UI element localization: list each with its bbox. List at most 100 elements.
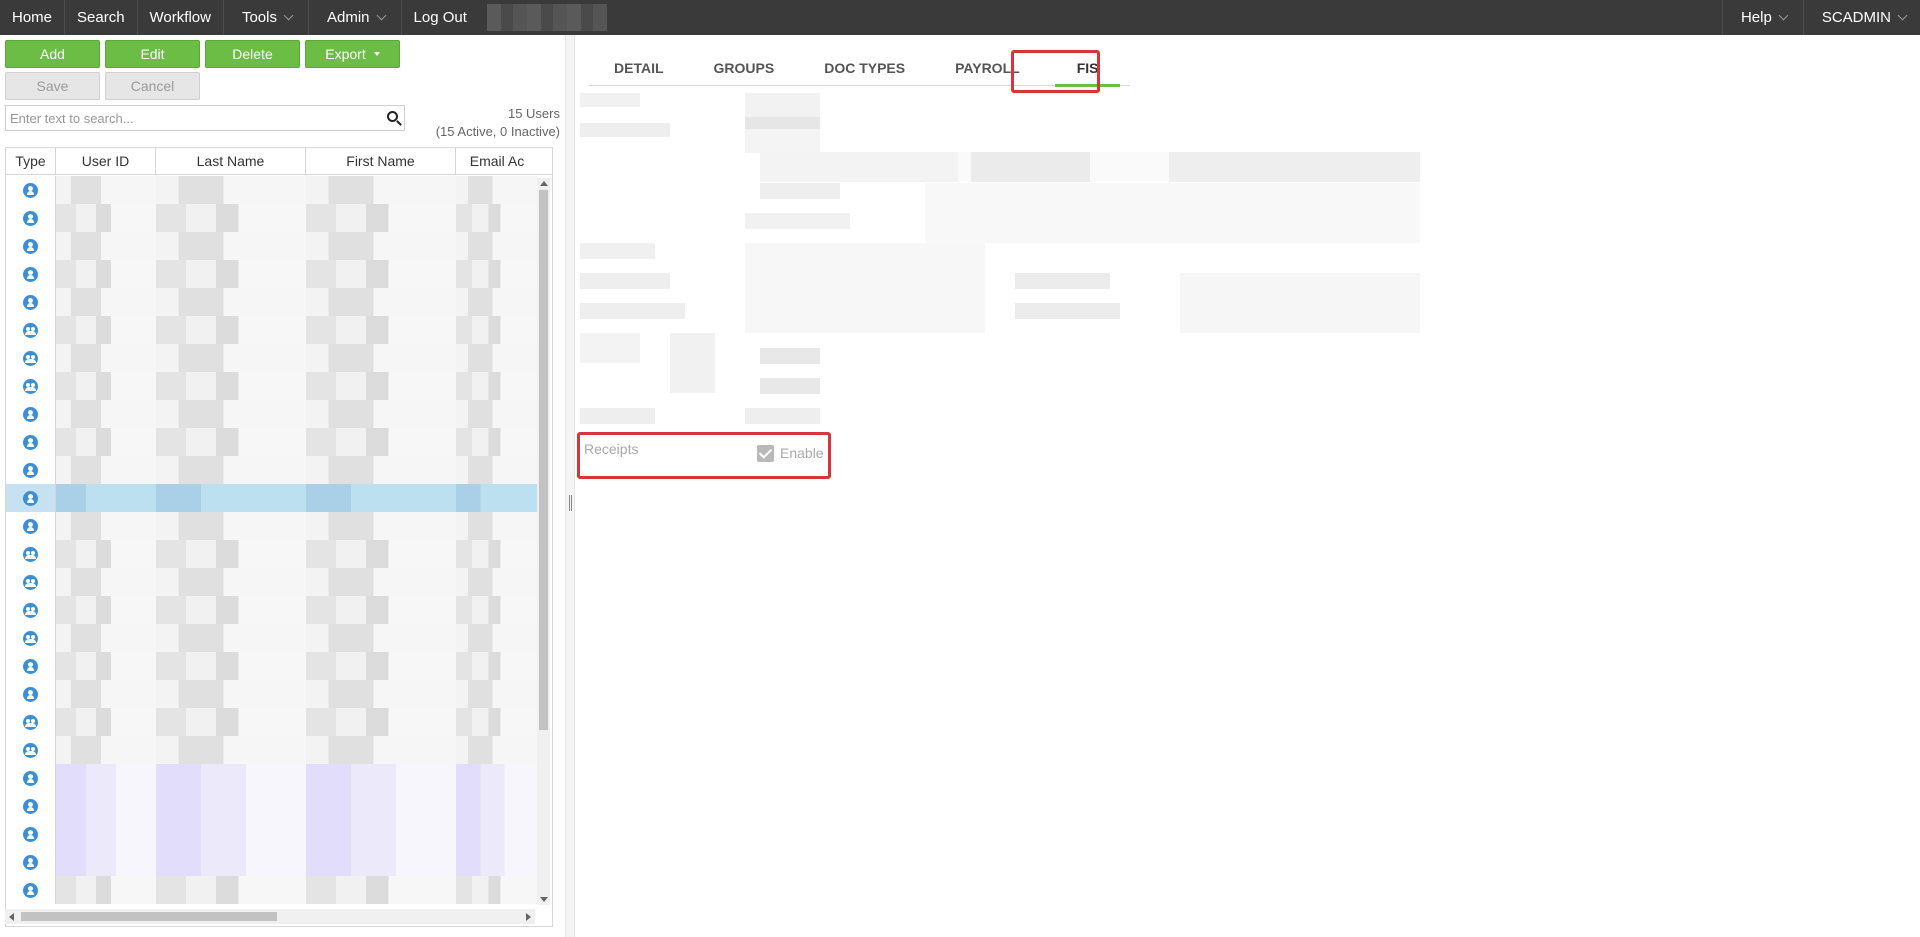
- table-row[interactable]: [6, 540, 537, 568]
- column-header-first-name[interactable]: First Name: [306, 148, 456, 174]
- nav-search[interactable]: Search: [65, 0, 138, 35]
- table-row[interactable]: [6, 848, 537, 876]
- redacted-field: [745, 93, 820, 153]
- redacted-cell: [56, 232, 156, 260]
- table-row[interactable]: [6, 764, 537, 792]
- table-row[interactable]: [6, 428, 537, 456]
- column-header-email[interactable]: Email Ac: [456, 148, 538, 174]
- table-row[interactable]: [6, 484, 537, 512]
- users-grid: Type User ID Last Name First Name Email …: [5, 147, 553, 927]
- table-row[interactable]: [6, 232, 537, 260]
- redacted-cell: [56, 876, 156, 904]
- type-cell: [6, 372, 56, 400]
- redacted-cell: [456, 260, 537, 288]
- highlight-fis-tab: [1011, 50, 1100, 93]
- add-button-label: Add: [40, 46, 65, 62]
- edit-button[interactable]: Edit: [105, 40, 200, 68]
- table-row[interactable]: [6, 204, 537, 232]
- redacted-cell: [306, 792, 456, 820]
- nav-help[interactable]: Help: [1723, 0, 1804, 35]
- redacted-cell: [456, 540, 537, 568]
- add-button[interactable]: Add: [5, 40, 100, 68]
- redacted-cell: [306, 512, 456, 540]
- scroll-left-arrow-icon[interactable]: [9, 913, 14, 921]
- table-row[interactable]: [6, 568, 537, 596]
- redacted-cell: [306, 708, 456, 736]
- cancel-button[interactable]: Cancel: [105, 72, 200, 100]
- tab-groups[interactable]: GROUPS: [689, 50, 800, 85]
- save-button-label: Save: [36, 78, 69, 94]
- nav-logout[interactable]: Log Out: [402, 0, 479, 35]
- type-cell: [6, 288, 56, 316]
- nav-admin-label: Admin: [326, 9, 370, 26]
- table-row[interactable]: [6, 820, 537, 848]
- redacted-cell: [306, 568, 456, 596]
- tab-detail[interactable]: DETAIL: [589, 50, 689, 85]
- table-row[interactable]: [6, 176, 537, 204]
- scroll-right-arrow-icon[interactable]: [526, 913, 531, 921]
- redacted-cell: [56, 624, 156, 652]
- nav-user-menu[interactable]: SCADMIN: [1804, 0, 1920, 35]
- type-cell: [6, 652, 56, 680]
- search-icon[interactable]: [387, 111, 398, 122]
- type-cell: [6, 624, 56, 652]
- table-row[interactable]: [6, 344, 537, 372]
- scroll-down-arrow-icon[interactable]: [540, 897, 548, 902]
- table-row[interactable]: [6, 400, 537, 428]
- nav-home[interactable]: Home: [0, 0, 66, 35]
- table-row[interactable]: [6, 596, 537, 624]
- column-header-type[interactable]: Type: [6, 148, 56, 174]
- table-row[interactable]: [6, 708, 537, 736]
- panel-splitter[interactable]: [565, 35, 575, 937]
- splitter-grip-icon: [569, 495, 572, 511]
- table-row[interactable]: [6, 372, 537, 400]
- delete-button[interactable]: Delete: [205, 40, 300, 68]
- nav-tools[interactable]: Tools: [224, 0, 309, 35]
- redacted-cell: [156, 260, 306, 288]
- table-row[interactable]: [6, 652, 537, 680]
- save-button[interactable]: Save: [5, 72, 100, 100]
- redacted-cell: [56, 484, 156, 512]
- grid-horizontal-scrollbar[interactable]: [5, 909, 535, 924]
- nav-admin[interactable]: Admin: [309, 0, 402, 35]
- table-row[interactable]: [6, 736, 537, 764]
- type-cell: [6, 540, 56, 568]
- grid-vertical-scrollbar[interactable]: [537, 178, 550, 905]
- table-row[interactable]: [6, 316, 537, 344]
- scrollbar-thumb[interactable]: [21, 912, 277, 921]
- column-header-last-name[interactable]: Last Name: [156, 148, 306, 174]
- table-row[interactable]: [6, 456, 537, 484]
- redacted-cell: [56, 204, 156, 232]
- column-header-user-id[interactable]: User ID: [56, 148, 156, 174]
- table-row[interactable]: [6, 876, 537, 904]
- table-row[interactable]: [6, 792, 537, 820]
- table-row[interactable]: [6, 288, 537, 316]
- redacted-cell: [156, 848, 306, 876]
- user-icon: [23, 882, 38, 898]
- scrollbar-thumb[interactable]: [539, 190, 548, 730]
- redacted-field: [745, 213, 850, 229]
- table-row[interactable]: [6, 512, 537, 540]
- redacted-field: [580, 243, 655, 259]
- table-row[interactable]: [6, 624, 537, 652]
- type-cell: [6, 204, 56, 232]
- table-row[interactable]: [6, 680, 537, 708]
- redacted-cell: [56, 736, 156, 764]
- nav-workflow[interactable]: Workflow: [138, 0, 224, 35]
- redacted-cell: [156, 288, 306, 316]
- user-icon: [23, 798, 38, 814]
- redacted-cell: [456, 400, 537, 428]
- search-input[interactable]: [6, 106, 366, 130]
- user-icon: [23, 518, 38, 534]
- redacted-cell: [306, 372, 456, 400]
- redacted-cell: [456, 792, 537, 820]
- tab-doc-types[interactable]: DOC TYPES: [799, 50, 930, 85]
- search-box: [5, 105, 405, 131]
- table-row[interactable]: [6, 260, 537, 288]
- redacted-cell: [306, 848, 456, 876]
- user-icon: [23, 434, 38, 450]
- redacted-cell: [456, 820, 537, 848]
- scroll-up-arrow-icon[interactable]: [540, 181, 548, 186]
- delete-button-label: Delete: [232, 46, 273, 62]
- export-button[interactable]: Export: [305, 40, 400, 68]
